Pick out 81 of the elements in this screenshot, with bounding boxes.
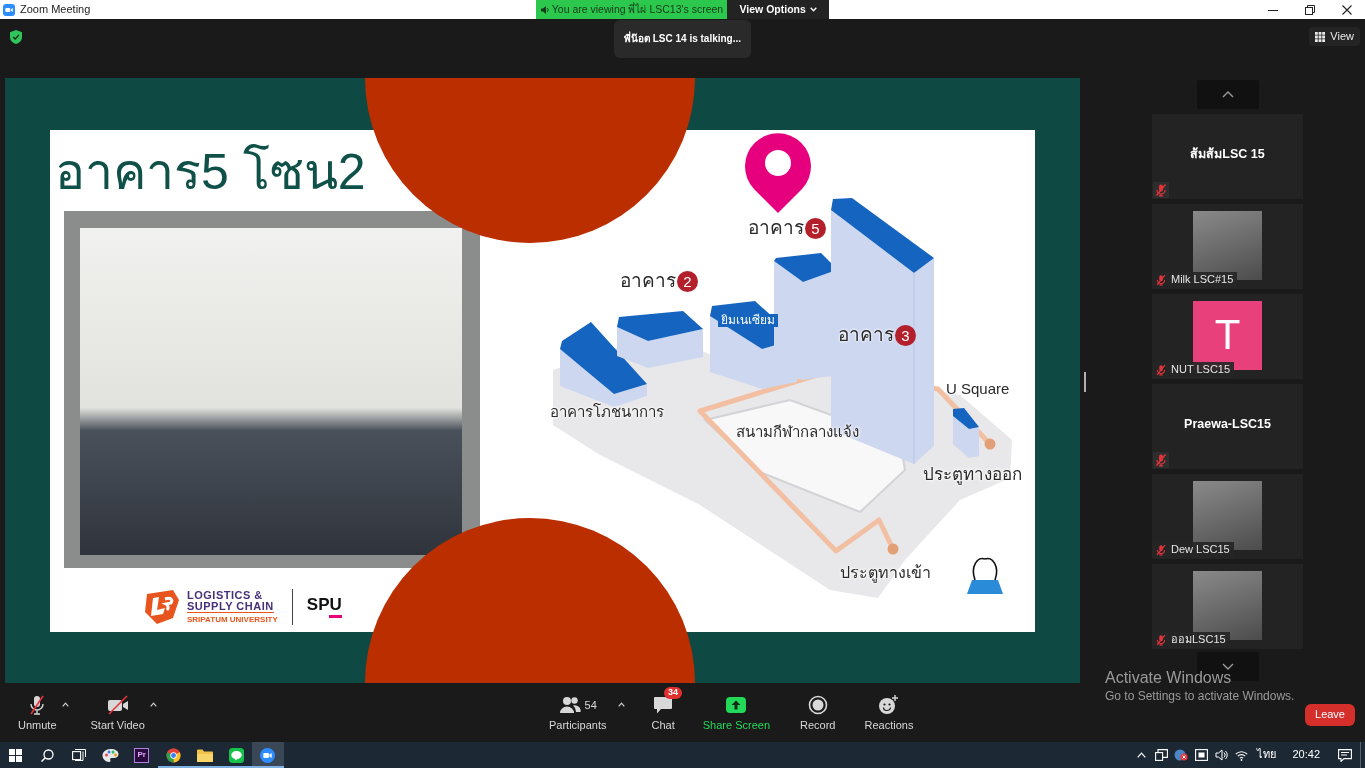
building-label: อาคาร: [838, 325, 894, 346]
logo-mark-icon: [143, 590, 179, 624]
chat-bubble-icon: [228, 747, 244, 763]
map-label: อาคารโภชนาการ: [550, 404, 664, 421]
video-camera-icon: [3, 3, 15, 16]
grid-icon: [1315, 31, 1326, 42]
record-button[interactable]: Record: [800, 695, 836, 732]
record-icon: [807, 695, 828, 716]
participant-name: Dew LSC15: [1171, 543, 1230, 557]
alert-badge-icon[interactable]: [1174, 749, 1189, 761]
caret-up-icon[interactable]: [149, 702, 157, 708]
shield-check-icon[interactable]: [10, 30, 22, 44]
video-camera-icon: [260, 747, 276, 763]
building-number-badge: 2: [677, 271, 698, 292]
smiley-plus-icon: [878, 695, 900, 716]
participants-button[interactable]: 54 Participants: [549, 695, 607, 732]
building-block: [953, 408, 979, 458]
building-label: ยิมเนเซียม: [718, 314, 778, 328]
leave-button[interactable]: Leave: [1305, 703, 1355, 726]
chevron-up-icon[interactable]: [1221, 91, 1234, 98]
chevron-down-icon: [809, 7, 817, 12]
unread-badge: 34: [664, 687, 683, 700]
logo-tile: Pr: [134, 747, 150, 763]
search-icon[interactable]: [40, 748, 54, 762]
chat-button[interactable]: Chat 34: [638, 687, 688, 732]
building-label: อาคาร: [620, 271, 676, 292]
wifi-icon[interactable]: [1234, 749, 1248, 761]
folder-icon: [196, 748, 213, 762]
box-icon[interactable]: [1194, 749, 1208, 761]
map-label: U Square: [946, 381, 1010, 398]
speaker-icon[interactable]: [1214, 749, 1228, 761]
share-status-text: You are viewing พี่ไผ่ LSC13's screen: [551, 3, 724, 16]
map-label: สนามกีฬากลางแจ้ง: [736, 424, 859, 441]
accent-bar: [328, 615, 342, 618]
speech-bubble-icon[interactable]: [1338, 748, 1352, 762]
gate-marker-icon: [984, 438, 996, 450]
view-button[interactable]: View: [1309, 27, 1360, 46]
logo-text: SUPPLY CHAIN: [187, 600, 274, 613]
chat-bubble-icon: [653, 695, 674, 715]
task-view-icon[interactable]: [71, 748, 86, 762]
participant-name: Praewa-LSC15: [1183, 416, 1272, 433]
activation-text: Go to Settings to activate Windows.: [1105, 690, 1295, 705]
window-title: Zoom Meeting: [20, 2, 91, 17]
unmute-button[interactable]: Unmute: [18, 695, 57, 732]
binder-clip-icon: [967, 557, 1003, 594]
map-label: ประตูทางเข้า: [840, 564, 931, 582]
browser-icon: [165, 747, 181, 763]
reactions-button[interactable]: Reactions: [864, 695, 914, 732]
gate-marker-icon: [887, 543, 899, 555]
participant-name: NUT LSC15: [1171, 363, 1231, 377]
slide-title: อาคาร5 โซน2: [55, 143, 366, 202]
input-language-button[interactable]: ไทย: [1251, 742, 1283, 768]
clock-button[interactable]: 20:42: [1282, 742, 1330, 768]
building-label: อาคาร: [748, 218, 804, 239]
start-video-button[interactable]: Start Video: [90, 695, 145, 732]
map-label: ประตูทางออก: [923, 466, 1022, 485]
building-number-badge: 5: [805, 218, 826, 239]
taskbar-app-button[interactable]: [252, 742, 284, 768]
close-icon[interactable]: [1341, 4, 1352, 15]
speaker-icon: [539, 4, 550, 15]
device-icon[interactable]: [1154, 749, 1168, 761]
windows-logo-icon[interactable]: [9, 748, 23, 762]
taskbar-app-button[interactable]: Pr: [126, 742, 158, 768]
caret-up-icon[interactable]: [618, 702, 626, 708]
participant-name: Milk LSC#15: [1171, 273, 1234, 287]
location-pin-icon: [745, 133, 811, 213]
chevron-down-icon[interactable]: [1221, 663, 1234, 670]
logo-text: LOGISTICS &: [187, 589, 263, 601]
activation-title: Activate Windows: [1105, 669, 1233, 688]
participant-name: ส้มส้มLSC 15: [1189, 146, 1266, 163]
participant-name: ออมLSC15: [1171, 633, 1226, 647]
people-icon: [558, 696, 581, 715]
share-screen-button[interactable]: Share Screen: [702, 695, 770, 732]
caret-up-icon[interactable]: [61, 702, 69, 708]
restore-icon[interactable]: [1304, 4, 1315, 15]
logo-text: SPU: [306, 596, 342, 613]
logo-subtitle: SRIPATUM UNIVERSITY: [187, 614, 278, 625]
splitter-handle[interactable]: [1084, 371, 1086, 392]
view-options-button[interactable]: View Options: [727, 0, 830, 19]
talking-indicator: พี่น๊อต LSC 14 is talking...: [613, 20, 752, 58]
palette-icon: [101, 747, 119, 763]
